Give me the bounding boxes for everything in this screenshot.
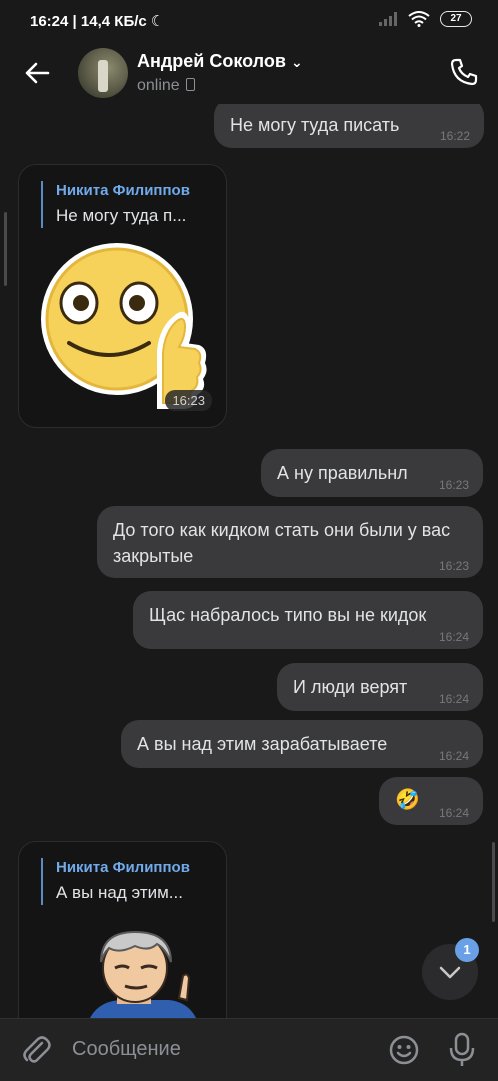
chat-header: Андрей Соколов ⌄ online: [0, 44, 498, 104]
reply-quote[interactable]: Никита Филиппов Не могу туда п...: [41, 181, 190, 228]
message-bubble-outgoing[interactable]: 🤣 16:24: [379, 777, 483, 825]
mobile-icon: [185, 78, 195, 91]
status-icons: 27: [378, 11, 472, 27]
reply-quote[interactable]: Никита Филиппов А вы над этим...: [41, 858, 190, 905]
battery-indicator: 27: [440, 11, 472, 27]
status-bar: 16:24 | 14,4 КБ/с ☾ 27: [0, 0, 498, 44]
sticker-message-incoming[interactable]: Никита Филиппов А вы над этим...: [18, 841, 227, 1018]
emoji-picker-icon[interactable]: [388, 1034, 420, 1066]
unread-badge: 1: [455, 938, 479, 962]
message-bubble-outgoing[interactable]: До того как кидком стать они были у вас …: [97, 506, 483, 578]
back-arrow-icon[interactable]: [22, 58, 52, 88]
chevron-down-icon: ⌄: [290, 54, 303, 70]
message-composer: [0, 1018, 498, 1081]
thumbs-up-smiley-sticker: [41, 243, 207, 409]
message-input[interactable]: [62, 1029, 372, 1069]
message-bubble-outgoing[interactable]: А вы над этим зарабатываете 16:24: [121, 720, 483, 768]
message-bubble-outgoing[interactable]: А ну правильнл 16:23: [261, 449, 483, 497]
man-sticker: [90, 930, 196, 1018]
scrollbar-left[interactable]: [4, 212, 7, 286]
moon-icon: ☾: [150, 13, 165, 30]
message-bubble-outgoing[interactable]: Щас набралось типо вы не кидок 16:24: [133, 591, 483, 649]
signal-icon: [379, 12, 397, 26]
status-time: 16:24 | 14,4 КБ/с ☾: [30, 13, 165, 30]
microphone-icon[interactable]: [448, 1032, 476, 1068]
message-feed[interactable]: Не могу туда писать 16:22 Никита Филиппо…: [0, 104, 498, 1018]
message-bubble-outgoing[interactable]: Не могу туда писать 16:22: [214, 104, 484, 148]
message-bubble-outgoing[interactable]: И люди верят 16:24: [277, 663, 483, 711]
scrollbar-right[interactable]: [492, 842, 495, 922]
sticker-message-incoming[interactable]: Никита Филиппов Не могу туда п... 16:23: [18, 164, 227, 428]
wifi-icon: [408, 11, 430, 27]
contact-status: online: [137, 77, 195, 95]
sticker-timestamp: 16:23: [165, 390, 212, 411]
avatar[interactable]: [78, 48, 128, 98]
attach-paperclip-icon[interactable]: [20, 1033, 52, 1067]
contact-name[interactable]: Андрей Соколов ⌄: [137, 51, 303, 72]
phone-call-icon[interactable]: [448, 56, 480, 88]
